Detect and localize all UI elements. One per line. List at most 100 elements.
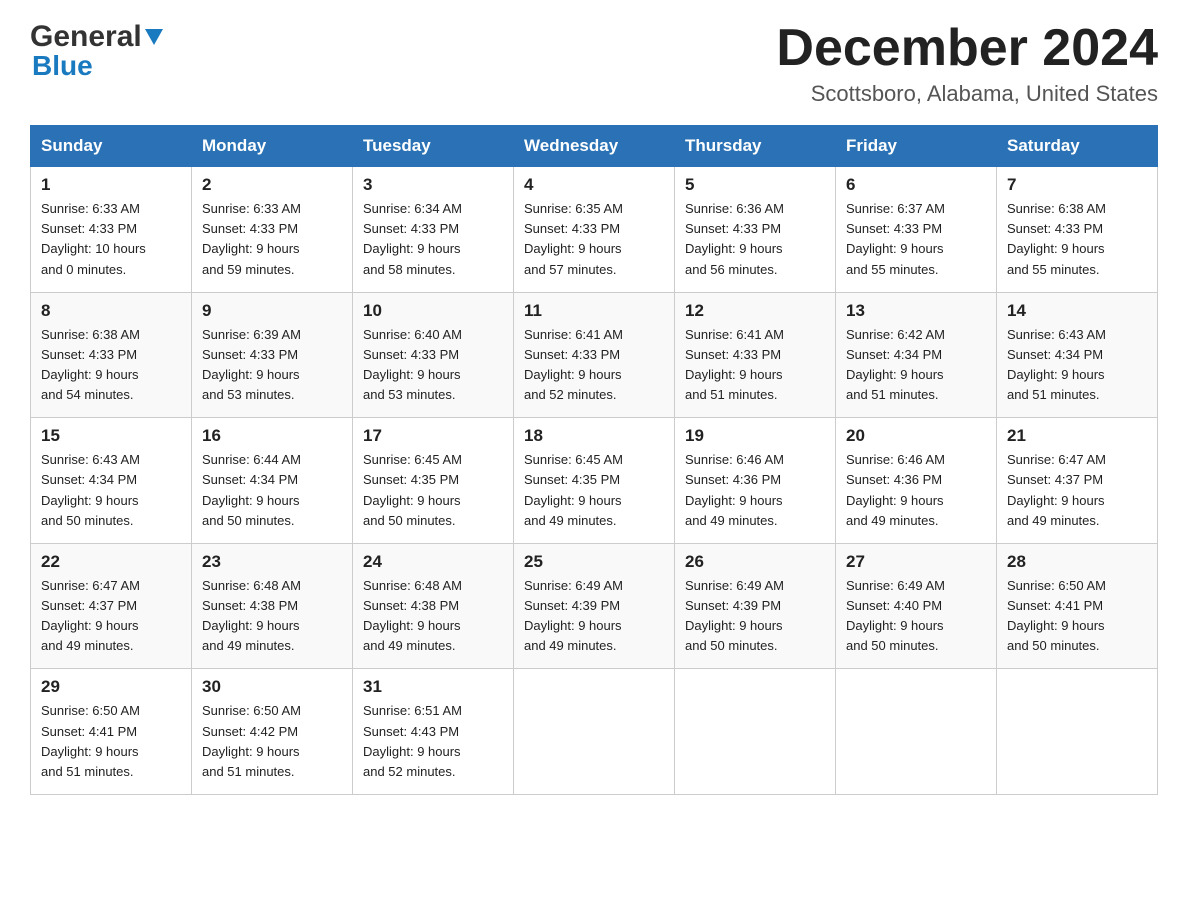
- calendar-day-cell: 9 Sunrise: 6:39 AMSunset: 4:33 PMDaylight…: [192, 292, 353, 418]
- day-info: Sunrise: 6:49 AMSunset: 4:39 PMDaylight:…: [524, 576, 664, 657]
- calendar-day-cell: 31Sunrise: 6:51 AMSunset: 4:43 PMDayligh…: [353, 669, 514, 795]
- day-info: Sunrise: 6:47 AMSunset: 4:37 PMDaylight:…: [41, 576, 181, 657]
- day-number: 29: [41, 677, 181, 697]
- calendar-day-cell: 27 Sunrise: 6:49 AMSunset: 4:40 PMDayligh…: [836, 543, 997, 669]
- col-thursday: Thursday: [675, 126, 836, 167]
- day-number: 17: [363, 426, 503, 446]
- calendar-day-cell: 6 Sunrise: 6:37 AMSunset: 4:33 PMDaylight…: [836, 167, 997, 293]
- calendar-header-row: Sunday Monday Tuesday Wednesday Thursday…: [31, 126, 1158, 167]
- logo-general-text: General: [30, 20, 142, 54]
- day-info: Sunrise: 6:33 AMSunset: 4:33 PMDaylight:…: [202, 199, 342, 280]
- calendar-day-cell: 18Sunrise: 6:45 AMSunset: 4:35 PMDayligh…: [514, 418, 675, 544]
- calendar-day-cell: 7 Sunrise: 6:38 AMSunset: 4:33 PMDaylight…: [997, 167, 1158, 293]
- calendar-day-cell: 12 Sunrise: 6:41 AMSunset: 4:33 PMDayligh…: [675, 292, 836, 418]
- calendar-day-cell: [997, 669, 1158, 795]
- day-number: 3: [363, 175, 503, 195]
- calendar-day-cell: 25 Sunrise: 6:49 AMSunset: 4:39 PMDayligh…: [514, 543, 675, 669]
- calendar-day-cell: 26 Sunrise: 6:49 AMSunset: 4:39 PMDayligh…: [675, 543, 836, 669]
- day-number: 22: [41, 552, 181, 572]
- calendar-day-cell: 5 Sunrise: 6:36 AMSunset: 4:33 PMDaylight…: [675, 167, 836, 293]
- day-info: Sunrise: 6:48 AMSunset: 4:38 PMDaylight:…: [363, 576, 503, 657]
- calendar-week-row: 29Sunrise: 6:50 AMSunset: 4:41 PMDayligh…: [31, 669, 1158, 795]
- calendar-day-cell: 11 Sunrise: 6:41 AMSunset: 4:33 PMDayligh…: [514, 292, 675, 418]
- calendar-day-cell: 28 Sunrise: 6:50 AMSunset: 4:41 PMDayligh…: [997, 543, 1158, 669]
- day-number: 24: [363, 552, 503, 572]
- day-info: Sunrise: 6:38 AMSunset: 4:33 PMDaylight:…: [1007, 199, 1147, 280]
- day-number: 11: [524, 301, 664, 321]
- title-block: December 2024 Scottsboro, Alabama, Unite…: [776, 20, 1158, 107]
- logo-blue-text: Blue: [30, 52, 93, 80]
- col-wednesday: Wednesday: [514, 126, 675, 167]
- calendar-location: Scottsboro, Alabama, United States: [776, 81, 1158, 107]
- calendar-day-cell: 10 Sunrise: 6:40 AMSunset: 4:33 PMDayligh…: [353, 292, 514, 418]
- calendar-day-cell: 13Sunrise: 6:42 AMSunset: 4:34 PMDayligh…: [836, 292, 997, 418]
- day-info: Sunrise: 6:43 AMSunset: 4:34 PMDaylight:…: [1007, 325, 1147, 406]
- day-info: Sunrise: 6:35 AMSunset: 4:33 PMDaylight:…: [524, 199, 664, 280]
- day-info: Sunrise: 6:41 AMSunset: 4:33 PMDaylight:…: [524, 325, 664, 406]
- col-saturday: Saturday: [997, 126, 1158, 167]
- day-number: 25: [524, 552, 664, 572]
- day-number: 27: [846, 552, 986, 572]
- calendar-day-cell: 16Sunrise: 6:44 AMSunset: 4:34 PMDayligh…: [192, 418, 353, 544]
- day-info: Sunrise: 6:42 AMSunset: 4:34 PMDaylight:…: [846, 325, 986, 406]
- calendar-day-cell: 22 Sunrise: 6:47 AMSunset: 4:37 PMDayligh…: [31, 543, 192, 669]
- day-info: Sunrise: 6:46 AMSunset: 4:36 PMDaylight:…: [685, 450, 825, 531]
- day-info: Sunrise: 6:33 AMSunset: 4:33 PMDaylight:…: [41, 199, 181, 280]
- day-number: 16: [202, 426, 342, 446]
- col-friday: Friday: [836, 126, 997, 167]
- day-info: Sunrise: 6:38 AMSunset: 4:33 PMDaylight:…: [41, 325, 181, 406]
- day-number: 20: [846, 426, 986, 446]
- day-number: 7: [1007, 175, 1147, 195]
- calendar-day-cell: [675, 669, 836, 795]
- day-info: Sunrise: 6:40 AMSunset: 4:33 PMDaylight:…: [363, 325, 503, 406]
- col-sunday: Sunday: [31, 126, 192, 167]
- day-number: 9: [202, 301, 342, 321]
- calendar-week-row: 15Sunrise: 6:43 AMSunset: 4:34 PMDayligh…: [31, 418, 1158, 544]
- page-header: General Blue December 2024 Scottsboro, A…: [30, 20, 1158, 107]
- day-number: 4: [524, 175, 664, 195]
- day-number: 30: [202, 677, 342, 697]
- day-info: Sunrise: 6:43 AMSunset: 4:34 PMDaylight:…: [41, 450, 181, 531]
- day-info: Sunrise: 6:50 AMSunset: 4:41 PMDaylight:…: [1007, 576, 1147, 657]
- calendar-day-cell: 30Sunrise: 6:50 AMSunset: 4:42 PMDayligh…: [192, 669, 353, 795]
- calendar-day-cell: 2Sunrise: 6:33 AMSunset: 4:33 PMDaylight…: [192, 167, 353, 293]
- day-info: Sunrise: 6:48 AMSunset: 4:38 PMDaylight:…: [202, 576, 342, 657]
- calendar-day-cell: 21Sunrise: 6:47 AMSunset: 4:37 PMDayligh…: [997, 418, 1158, 544]
- calendar-day-cell: 14Sunrise: 6:43 AMSunset: 4:34 PMDayligh…: [997, 292, 1158, 418]
- day-number: 12: [685, 301, 825, 321]
- day-info: Sunrise: 6:36 AMSunset: 4:33 PMDaylight:…: [685, 199, 825, 280]
- calendar-day-cell: 15Sunrise: 6:43 AMSunset: 4:34 PMDayligh…: [31, 418, 192, 544]
- logo: General Blue: [30, 20, 163, 80]
- calendar-day-cell: 19Sunrise: 6:46 AMSunset: 4:36 PMDayligh…: [675, 418, 836, 544]
- day-number: 23: [202, 552, 342, 572]
- calendar-day-cell: 24 Sunrise: 6:48 AMSunset: 4:38 PMDayligh…: [353, 543, 514, 669]
- calendar-title: December 2024: [776, 20, 1158, 77]
- calendar-week-row: 1Sunrise: 6:33 AMSunset: 4:33 PMDaylight…: [31, 167, 1158, 293]
- day-info: Sunrise: 6:49 AMSunset: 4:39 PMDaylight:…: [685, 576, 825, 657]
- calendar-day-cell: 8Sunrise: 6:38 AMSunset: 4:33 PMDaylight…: [31, 292, 192, 418]
- day-info: Sunrise: 6:46 AMSunset: 4:36 PMDaylight:…: [846, 450, 986, 531]
- day-info: Sunrise: 6:45 AMSunset: 4:35 PMDaylight:…: [363, 450, 503, 531]
- day-info: Sunrise: 6:49 AMSunset: 4:40 PMDaylight:…: [846, 576, 986, 657]
- calendar-day-cell: [514, 669, 675, 795]
- day-info: Sunrise: 6:39 AMSunset: 4:33 PMDaylight:…: [202, 325, 342, 406]
- calendar-table: Sunday Monday Tuesday Wednesday Thursday…: [30, 125, 1158, 795]
- day-info: Sunrise: 6:47 AMSunset: 4:37 PMDaylight:…: [1007, 450, 1147, 531]
- day-number: 5: [685, 175, 825, 195]
- calendar-week-row: 8Sunrise: 6:38 AMSunset: 4:33 PMDaylight…: [31, 292, 1158, 418]
- day-number: 10: [363, 301, 503, 321]
- day-info: Sunrise: 6:41 AMSunset: 4:33 PMDaylight:…: [685, 325, 825, 406]
- day-number: 6: [846, 175, 986, 195]
- col-tuesday: Tuesday: [353, 126, 514, 167]
- day-number: 28: [1007, 552, 1147, 572]
- logo-triangle-icon: [145, 29, 163, 52]
- day-info: Sunrise: 6:37 AMSunset: 4:33 PMDaylight:…: [846, 199, 986, 280]
- day-info: Sunrise: 6:45 AMSunset: 4:35 PMDaylight:…: [524, 450, 664, 531]
- day-info: Sunrise: 6:34 AMSunset: 4:33 PMDaylight:…: [363, 199, 503, 280]
- day-number: 26: [685, 552, 825, 572]
- day-info: Sunrise: 6:51 AMSunset: 4:43 PMDaylight:…: [363, 701, 503, 782]
- calendar-day-cell: 23 Sunrise: 6:48 AMSunset: 4:38 PMDayligh…: [192, 543, 353, 669]
- calendar-day-cell: 1Sunrise: 6:33 AMSunset: 4:33 PMDaylight…: [31, 167, 192, 293]
- col-monday: Monday: [192, 126, 353, 167]
- calendar-day-cell: 4 Sunrise: 6:35 AMSunset: 4:33 PMDaylight…: [514, 167, 675, 293]
